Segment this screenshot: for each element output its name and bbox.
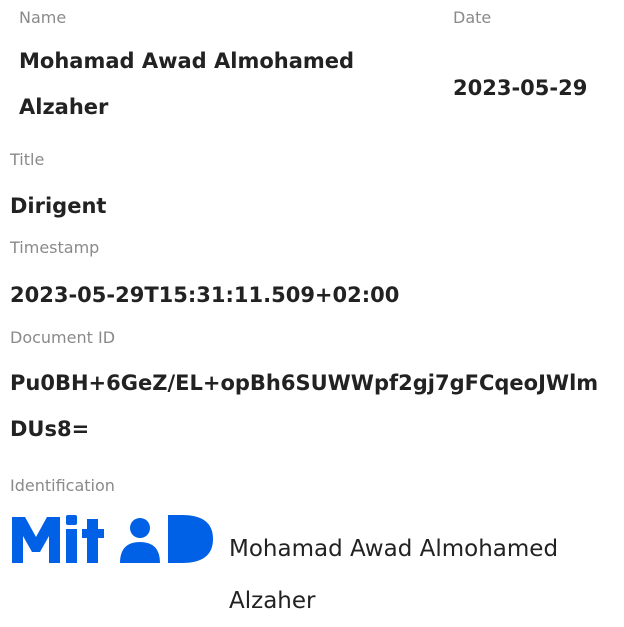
identification-label: Identification	[10, 476, 115, 495]
mitid-logo-icon	[12, 515, 213, 563]
date-value: 2023-05-29	[453, 76, 588, 100]
document-id-value: Pu0BH+6GeZ/EL+opBh6SUWWpf2gj7gFCqeoJWlmD…	[10, 371, 599, 441]
timestamp-value: 2023-05-29T15:31:11.509+02:00	[10, 283, 400, 307]
name-label: Name	[19, 8, 67, 27]
identification-value: Mohamad Awad Almohamed Alzaher	[229, 536, 559, 614]
document-id-label: Document ID	[10, 328, 116, 347]
name-value: Mohamad Awad Almohamed Alzaher	[19, 49, 355, 119]
title-label: Title	[10, 150, 45, 169]
title-value: Dirigent	[10, 194, 107, 218]
date-label: Date	[453, 8, 492, 27]
timestamp-label: Timestamp	[10, 238, 100, 257]
